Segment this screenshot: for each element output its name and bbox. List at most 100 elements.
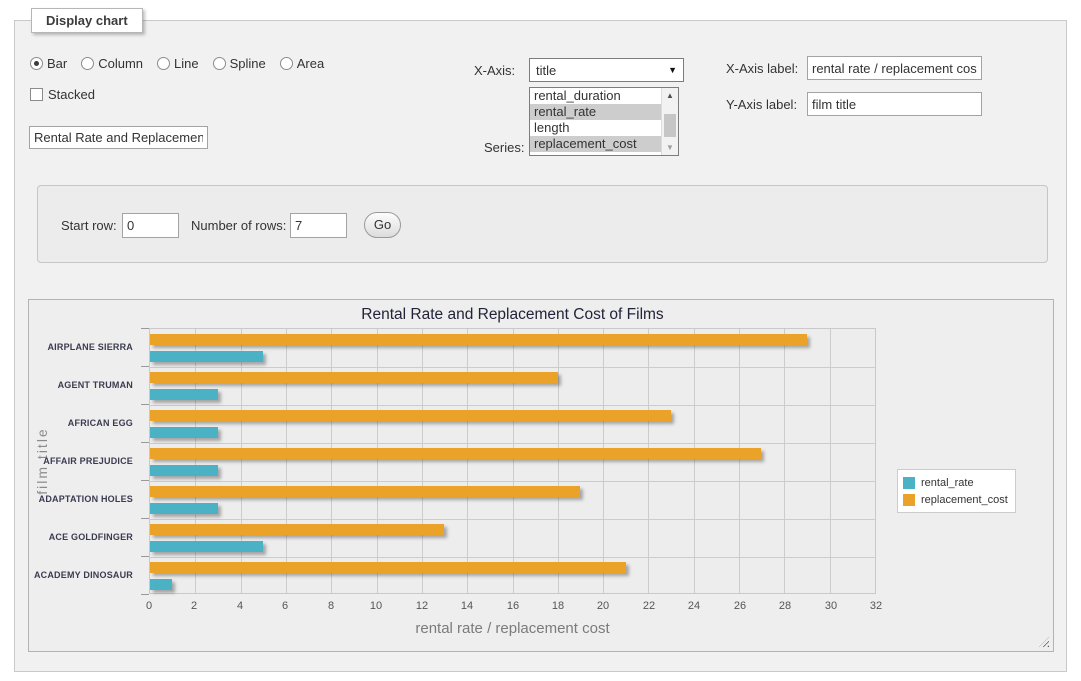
bar-replacement_cost (150, 524, 444, 535)
bar-rental_rate (150, 427, 218, 438)
x-tick-label: 14 (447, 600, 487, 612)
bar-replacement_cost (150, 562, 626, 573)
series-option-rental_duration[interactable]: rental_duration (530, 88, 662, 104)
bar-rental_rate (150, 465, 218, 476)
x-tick-label: 12 (402, 600, 442, 612)
number-of-rows-input[interactable] (290, 213, 347, 238)
go-button[interactable]: Go (364, 212, 401, 238)
chart-title-input[interactable] (29, 126, 208, 149)
x-tick-label: 22 (629, 600, 669, 612)
bar-replacement_cost (150, 334, 807, 345)
x-tick-label: 30 (811, 600, 851, 612)
chart-band-6 (150, 557, 875, 595)
category-label: AFRICAN EGG (29, 404, 141, 442)
bar-rental_rate (150, 579, 172, 590)
x-tick-label: 26 (720, 600, 760, 612)
radio-line[interactable] (157, 57, 170, 70)
chart-type-option-bar: Bar (30, 56, 67, 71)
chart-band-4 (150, 481, 875, 519)
legend-label: rental_rate (921, 477, 974, 489)
chart-container: Rental Rate and Replacement Cost of Film… (28, 299, 1054, 652)
series-multiselect[interactable]: rental_durationrental_ratelengthreplacem… (529, 87, 679, 156)
x-tick-label: 6 (265, 600, 305, 612)
legend-swatch (903, 477, 915, 489)
series-option-replacement_cost[interactable]: replacement_cost (530, 136, 662, 152)
category-label: AGENT TRUMAN (29, 366, 141, 404)
chart-type-option-line: Line (157, 56, 199, 71)
category-label: ACE GOLDFINGER (29, 518, 141, 556)
y-tick-mark (141, 366, 149, 367)
x-tick-label: 28 (765, 600, 805, 612)
bar-replacement_cost (150, 410, 671, 421)
x-axis-label-input[interactable] (807, 56, 982, 80)
y-tick-mark (141, 556, 149, 557)
stacked-checkbox[interactable] (30, 88, 43, 101)
radio-bar[interactable] (30, 57, 43, 70)
x-tick-label: 0 (129, 600, 169, 612)
start-row-input[interactable] (122, 213, 179, 238)
chart-type-radio-group: BarColumnLineSplineArea (30, 56, 332, 71)
bar-replacement_cost (150, 372, 558, 383)
y-tick-mark (141, 518, 149, 519)
chart-title: Rental Rate and Replacement Cost of Film… (149, 306, 876, 324)
x-tick-label: 10 (356, 600, 396, 612)
series-option-rental_rate[interactable]: rental_rate (530, 104, 662, 120)
start-row-label: Start row: (61, 218, 117, 233)
y-tick-mark (141, 480, 149, 481)
y-axis-label-field-label: Y-Axis label: (726, 97, 797, 112)
radio-column[interactable] (81, 57, 94, 70)
radio-area[interactable] (280, 57, 293, 70)
scroll-down-icon[interactable]: ▼ (662, 140, 678, 155)
bar-replacement_cost (150, 486, 580, 497)
fieldset-legend: Display chart (31, 8, 143, 33)
series-list-scrollbar[interactable]: ▲ ▼ (661, 88, 678, 155)
scroll-up-icon[interactable]: ▲ (662, 88, 678, 103)
bar-replacement_cost (150, 448, 761, 459)
stacked-label: Stacked (48, 87, 95, 102)
scrollbar-thumb[interactable] (664, 114, 676, 137)
x-tick-label: 2 (174, 600, 214, 612)
y-tick-mark (141, 594, 149, 595)
legend-item-rental_rate: rental_rate (903, 474, 1008, 491)
x-tick-label: 20 (583, 600, 623, 612)
bar-rental_rate (150, 389, 218, 400)
x-axis-selected-value: title (536, 63, 556, 78)
y-tick-mark (141, 328, 149, 329)
y-tick-mark (141, 442, 149, 443)
y-tick-mark (141, 404, 149, 405)
chevron-down-icon: ▼ (668, 65, 677, 75)
x-tick-label: 18 (538, 600, 578, 612)
x-axis-select-label: X-Axis: (474, 63, 515, 78)
chart-band-0 (150, 329, 875, 367)
bar-rental_rate (150, 351, 263, 362)
series-select-label: Series: (484, 140, 524, 155)
bar-rental_rate (150, 503, 218, 514)
radio-label: Column (98, 56, 143, 71)
chart-band-3 (150, 443, 875, 481)
x-tick-label: 4 (220, 600, 260, 612)
series-option-length[interactable]: length (530, 120, 662, 136)
display-chart-fieldset: Display chart BarColumnLineSplineArea St… (14, 20, 1067, 672)
radio-label: Area (297, 56, 324, 71)
x-tick-label: 16 (493, 600, 533, 612)
chart-legend: rental_rate replacement_cost (897, 469, 1016, 513)
legend-item-replacement_cost: replacement_cost (903, 491, 1008, 508)
x-tick-label: 8 (311, 600, 351, 612)
chart-x-axis-title: rental rate / replacement cost (149, 620, 876, 637)
category-label: AIRPLANE SIERRA (29, 328, 141, 366)
legend-swatch (903, 494, 915, 506)
chart-band-1 (150, 367, 875, 405)
radio-spline[interactable] (213, 57, 226, 70)
chart-plot-area (149, 328, 876, 594)
category-label: AFFAIR PREJUDICE (29, 442, 141, 480)
stacked-checkbox-row: Stacked (30, 87, 95, 102)
x-axis-label-field-label: X-Axis label: (726, 61, 798, 76)
x-axis-select[interactable]: title ▼ (529, 58, 684, 82)
radio-label: Bar (47, 56, 67, 71)
legend-label: replacement_cost (921, 494, 1008, 506)
y-axis-label-input[interactable] (807, 92, 982, 116)
chart-type-option-column: Column (81, 56, 143, 71)
bar-rental_rate (150, 541, 263, 552)
category-label: ACADEMY DINOSAUR (29, 556, 141, 594)
resize-grip-icon[interactable] (1039, 637, 1049, 647)
